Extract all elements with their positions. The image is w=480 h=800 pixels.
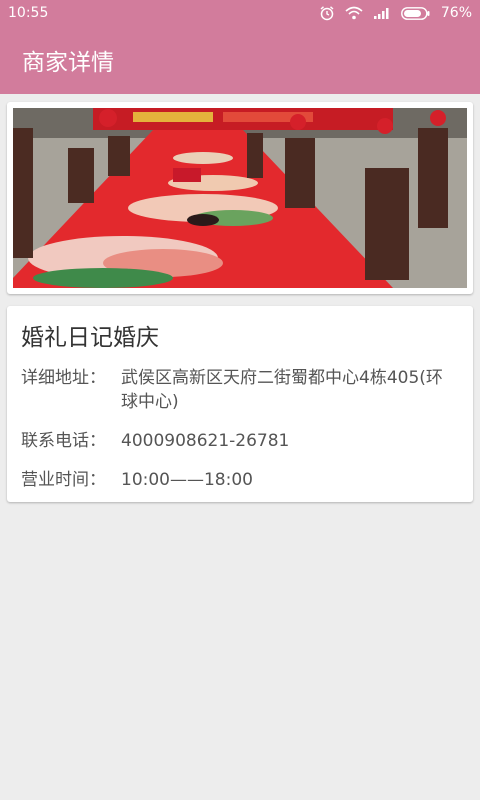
hours-row: 营业时间： 10:00——18:00 <box>21 468 459 492</box>
phone-label: 联系电话： <box>21 431 106 451</box>
address-label: 详细地址： <box>21 368 106 388</box>
hours-label: 营业时间： <box>21 470 106 490</box>
battery-percent: 76% <box>440 5 472 21</box>
hours-value: 10:00——18:00 <box>121 470 253 490</box>
page-title: 商家详情 <box>22 50 114 76</box>
address-value: 武侯区高新区天府二街蜀都中心4栋405(环球中心) <box>121 368 443 412</box>
merchant-photo <box>13 108 467 288</box>
wifi-icon <box>345 6 363 20</box>
address-row: 详细地址： 武侯区高新区天府二街蜀都中心4栋405(环球中心) <box>21 366 459 414</box>
status-time: 10:55 <box>8 5 49 21</box>
app-bar: 商家详情 <box>0 26 480 94</box>
signal-icon <box>373 7 391 19</box>
phone-value[interactable]: 4000908621-26781 <box>121 429 459 453</box>
battery-icon <box>400 6 431 20</box>
phone-row[interactable]: 联系电话： 4000908621-26781 <box>21 429 459 453</box>
merchant-photo-card <box>7 102 473 294</box>
status-icons: 76% <box>319 5 472 21</box>
status-bar: 10:55 76% <box>0 0 480 26</box>
alarm-icon <box>319 5 335 21</box>
merchant-name: 婚礼日记婚庆 <box>21 325 159 351</box>
merchant-info-card: 婚礼日记婚庆 详细地址： 武侯区高新区天府二街蜀都中心4栋405(环球中心) 联… <box>7 306 473 502</box>
